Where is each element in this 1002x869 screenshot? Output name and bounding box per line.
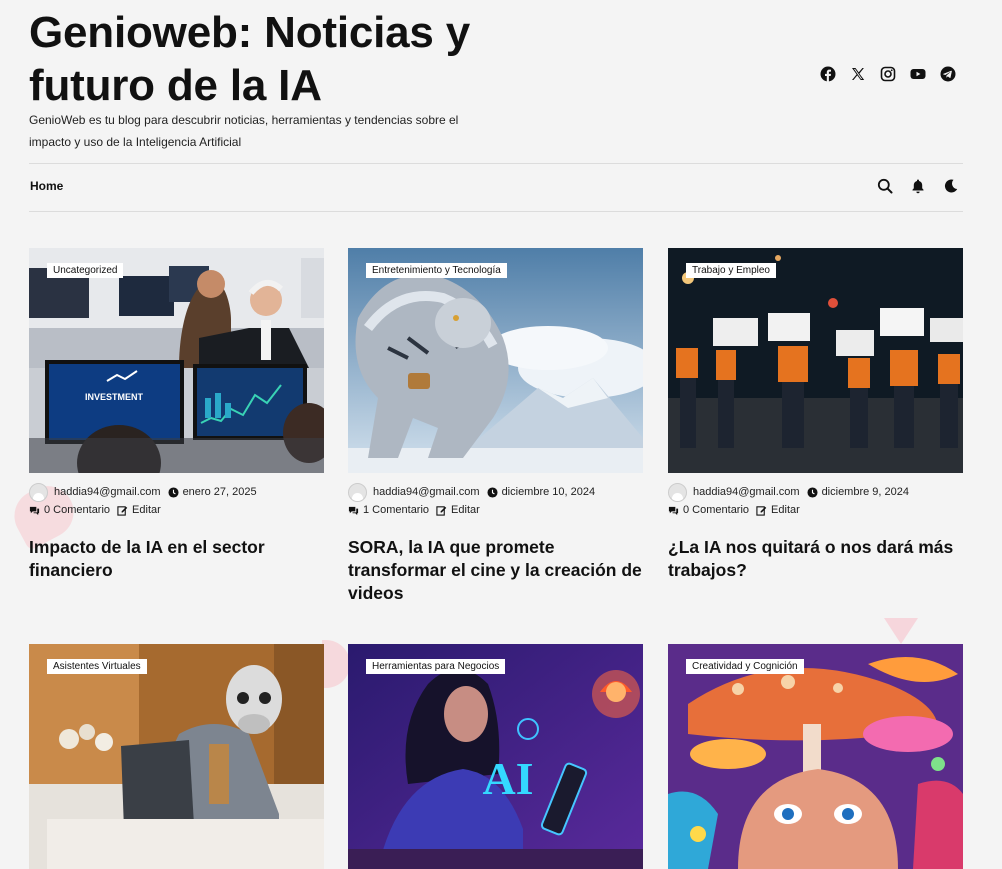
edit-icon [117, 505, 128, 516]
post-title[interactable]: Impacto de la IA en el sector financiero [29, 536, 324, 582]
post-date[interactable]: enero 27, 2025 [183, 486, 257, 498]
post-thumbnail[interactable]: Trabajo y Empleo [668, 248, 963, 473]
category-badge[interactable]: Herramientas para Negocios [366, 659, 506, 674]
ai-glow-text: AI [482, 753, 533, 804]
author-link[interactable]: haddia94@gmail.com [54, 486, 161, 498]
post-thumbnail[interactable]: Creatividad y Cognición [668, 644, 963, 869]
category-badge[interactable]: Trabajo y Empleo [686, 263, 776, 278]
post-meta: haddia94@gmail.com enero 27, 2025 0 Come… [29, 482, 324, 519]
avatar[interactable] [29, 482, 48, 502]
decorative-triangle [884, 618, 918, 644]
facebook-icon[interactable] [819, 65, 837, 83]
comments-icon [668, 505, 679, 516]
post-thumbnail[interactable]: Asistentes Virtuales [29, 644, 324, 869]
post-meta: haddia94@gmail.com diciembre 9, 2024 0 C… [668, 482, 963, 519]
telegram-icon[interactable] [939, 65, 957, 83]
post-thumbnail[interactable]: AI Herramientas para Negocios [348, 644, 643, 869]
comments-link[interactable]: 1 Comentario [363, 504, 429, 516]
author-link[interactable]: haddia94@gmail.com [693, 486, 800, 498]
site-tagline: GenioWeb es tu blog para descubrir notic… [29, 113, 459, 149]
robot-receptionist-image [29, 644, 324, 869]
bell-icon[interactable] [910, 178, 926, 194]
edit-icon [756, 505, 767, 516]
post-thumbnail[interactable]: Entretenimiento y Tecnología [348, 248, 643, 473]
decorative-blob [322, 640, 350, 688]
x-icon[interactable] [849, 65, 867, 83]
comments-icon [29, 505, 40, 516]
post-meta: haddia94@gmail.com diciembre 10, 2024 1 … [348, 482, 643, 519]
psychedelic-mushrooms-image [668, 644, 963, 869]
instagram-icon[interactable] [879, 65, 897, 83]
youtube-icon[interactable] [909, 65, 927, 83]
author-link[interactable]: haddia94@gmail.com [373, 486, 480, 498]
category-badge[interactable]: Asistentes Virtuales [47, 659, 147, 674]
finance-office-image: INVESTMENT [29, 248, 324, 473]
investment-screen-text: INVESTMENT [85, 392, 144, 402]
clock-icon [807, 486, 818, 498]
main-navigation: Home [29, 163, 963, 212]
dark-mode-icon[interactable] [943, 178, 959, 194]
social-links [819, 65, 957, 83]
clock-icon [487, 486, 498, 498]
edit-link[interactable]: Editar [771, 504, 800, 516]
clock-icon [168, 486, 179, 498]
comments-link[interactable]: 0 Comentario [44, 504, 110, 516]
workers-protest-image [668, 248, 963, 473]
edit-link[interactable]: Editar [451, 504, 480, 516]
nav-home-link[interactable]: Home [30, 179, 63, 193]
search-icon[interactable] [877, 178, 893, 194]
category-badge[interactable]: Entretenimiento y Tecnología [366, 263, 507, 278]
avatar[interactable] [348, 482, 367, 502]
robot-tiger-image [348, 248, 643, 473]
post-title[interactable]: ¿La IA nos quitará o nos dará más trabaj… [668, 536, 963, 582]
post-thumbnail[interactable]: INVESTMENT Uncategorized [29, 248, 324, 473]
comments-link[interactable]: 0 Comentario [683, 504, 749, 516]
post-date[interactable]: diciembre 10, 2024 [502, 486, 596, 498]
ai-tablet-image: AI [348, 644, 643, 869]
category-badge[interactable]: Uncategorized [47, 263, 124, 278]
post-date[interactable]: diciembre 9, 2024 [822, 486, 909, 498]
avatar[interactable] [668, 482, 687, 502]
header-tools [877, 178, 959, 194]
site-title[interactable]: Genioweb: Noticias y futuro de la IA [29, 6, 499, 112]
category-badge[interactable]: Creatividad y Cognición [686, 659, 804, 674]
post-title[interactable]: SORA, la IA que promete transformar el c… [348, 536, 643, 605]
edit-icon [436, 505, 447, 516]
edit-link[interactable]: Editar [132, 504, 161, 516]
comments-icon [348, 505, 359, 516]
